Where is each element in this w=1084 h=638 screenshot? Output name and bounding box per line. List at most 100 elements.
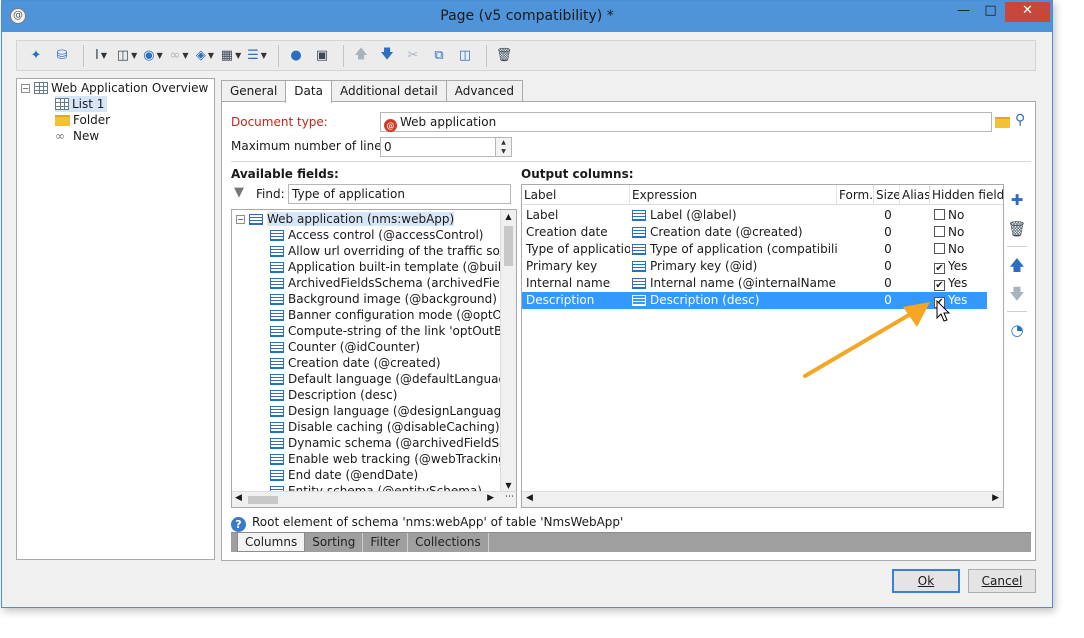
tab-general[interactable]: General bbox=[221, 80, 287, 102]
field-list-item[interactable]: Dynamic schema (@archivedFieldSchem bbox=[270, 435, 516, 451]
table-row[interactable]: Creation date Creation date (@created) 0 No bbox=[522, 224, 987, 241]
field-list-item[interactable]: Allow url overriding of the traffic sour… bbox=[270, 243, 517, 259]
ok-button[interactable]: Ok bbox=[892, 569, 960, 593]
copy-icon[interactable]: ⧉ bbox=[428, 44, 450, 68]
scroll-left-icon[interactable]: ◀ bbox=[526, 493, 533, 503]
columns-icon[interactable]: ☰ ▼ bbox=[246, 44, 268, 68]
table-icon[interactable]: ▦ ▼ bbox=[220, 44, 242, 68]
move-up-icon[interactable]: 🡅 bbox=[1004, 253, 1030, 277]
field-label: Allow url overriding of the traffic sour… bbox=[288, 244, 517, 258]
field-list-item[interactable]: End date (@endDate) bbox=[270, 467, 418, 483]
move-down-icon[interactable]: 🡇 bbox=[1004, 282, 1030, 306]
field-list-item[interactable]: Access control (@accessControl) bbox=[270, 227, 483, 243]
hidden-field-checkbox[interactable] bbox=[934, 226, 945, 237]
field-label: Application built-in template (@builtIn) bbox=[288, 260, 517, 274]
close-button[interactable]: ✕ bbox=[1005, 2, 1050, 22]
tab-sorting[interactable]: Sorting bbox=[305, 533, 364, 552]
hidden-field-checkbox[interactable] bbox=[934, 243, 945, 254]
delete-icon[interactable]: 🗑 bbox=[493, 44, 515, 68]
document-type-field[interactable]: @ Web application bbox=[380, 112, 992, 132]
wand-icon[interactable]: ✦ bbox=[25, 44, 47, 68]
user-icon[interactable]: ● bbox=[285, 44, 307, 68]
scroll-left-icon[interactable]: ◀ bbox=[235, 493, 242, 503]
max-lines-stepper[interactable]: 0 ▲ ▼ bbox=[380, 137, 512, 157]
find-input[interactable]: Type of application bbox=[288, 184, 511, 204]
available-fields-list[interactable]: − Web application (nms:webApp) Access con… bbox=[231, 209, 517, 508]
add-object-icon[interactable]: ▣ bbox=[311, 44, 333, 68]
field-list-item[interactable]: ArchivedFieldsSchema (archivedFieldsSc bbox=[270, 275, 516, 291]
field-list-item[interactable]: Disable caching (@disableCaching) bbox=[270, 419, 500, 435]
column-header-hidden-field[interactable]: Hidden field bbox=[930, 185, 1003, 205]
vertical-scrollbar[interactable]: ▲ ▼ bbox=[500, 210, 516, 493]
tab-filter[interactable]: Filter bbox=[363, 533, 409, 552]
scroll-thumb[interactable] bbox=[248, 496, 278, 504]
add-column-icon[interactable]: ✚ bbox=[1004, 188, 1030, 212]
table-row[interactable]: Type of application... Type of applicatio… bbox=[522, 241, 987, 258]
field-list-item[interactable]: Counter (@idCounter) bbox=[270, 339, 420, 355]
cell-label-text: Creation date bbox=[526, 225, 608, 239]
tree-item-folder[interactable]: Folder bbox=[55, 112, 110, 128]
tab-columns[interactable]: Columns bbox=[237, 533, 306, 552]
horizontal-scrollbar[interactable]: ◀ ▶ ⋯ bbox=[232, 491, 516, 507]
maximize-button[interactable]: □ bbox=[977, 2, 1004, 22]
field-list-item[interactable]: Design language (@designLanguage) bbox=[270, 403, 513, 419]
field-list-item[interactable]: Banner configuration mode (@optOutBa bbox=[270, 307, 516, 323]
field-list-item[interactable]: Description (desc) bbox=[270, 387, 397, 403]
tab-bar: General Data Additional detail Advanced bbox=[221, 80, 524, 103]
fields-root[interactable]: − Web application (nms:webApp) bbox=[236, 211, 455, 227]
column-header-format[interactable]: Form... bbox=[837, 185, 874, 205]
tab-data[interactable]: Data bbox=[285, 80, 332, 103]
tree-root[interactable]: − Web Application Overview bbox=[21, 80, 208, 96]
cancel-button[interactable]: Cancel bbox=[968, 569, 1036, 593]
database-icon[interactable]: ⛁ bbox=[51, 44, 73, 68]
scroll-right-icon[interactable]: ▶ bbox=[992, 493, 999, 503]
arrow-up-icon[interactable]: 🡅 bbox=[350, 44, 372, 68]
cell-size-text: 0 bbox=[884, 259, 892, 273]
link-icon[interactable]: ∞ ▼ bbox=[168, 44, 190, 68]
column-header-expression[interactable]: Expression bbox=[630, 185, 837, 205]
magnifier-icon[interactable]: ⚲ bbox=[1015, 112, 1025, 128]
toolbar-separator bbox=[343, 44, 344, 67]
table-row[interactable]: Primary key Primary key (@id) 0 ✔ Yes bbox=[522, 258, 987, 275]
table-row[interactable]: Label Label (@label) 0 No bbox=[522, 207, 987, 224]
minimize-button[interactable]: — bbox=[950, 2, 977, 22]
tab-collections[interactable]: Collections bbox=[408, 533, 489, 552]
spinner-icon[interactable]: ▲ ▼ bbox=[495, 138, 511, 156]
cell-size-text: 0 bbox=[884, 225, 892, 239]
hidden-field-checkbox[interactable] bbox=[934, 209, 945, 220]
collapse-icon[interactable]: − bbox=[236, 215, 245, 224]
tree-item-new[interactable]: ∞ New bbox=[55, 128, 99, 144]
field-list-item[interactable]: Enable web tracking (@webTrackingEna bbox=[270, 451, 516, 467]
hidden-field-checkbox[interactable]: ✔ bbox=[934, 263, 945, 274]
delete-column-icon[interactable]: 🗑 bbox=[1004, 217, 1030, 241]
tree-item-list[interactable]: List 1 bbox=[55, 96, 108, 112]
cut-icon[interactable]: ✂ bbox=[402, 44, 424, 68]
paste-icon[interactable]: ◫ bbox=[454, 44, 476, 68]
expression-icon bbox=[632, 227, 646, 238]
column-header-size[interactable]: Size bbox=[874, 185, 900, 205]
globe-icon[interactable]: ◉ ▼ bbox=[142, 44, 164, 68]
field-list-item[interactable]: Background image (@background) bbox=[270, 291, 497, 307]
scroll-right-icon[interactable]: ▶ bbox=[487, 493, 494, 503]
tab-advanced[interactable]: Advanced bbox=[445, 80, 524, 102]
scroll-up-icon[interactable]: ▲ bbox=[501, 210, 516, 224]
column-header-label[interactable]: Label bbox=[522, 185, 630, 205]
tab-additional-detail[interactable]: Additional detail bbox=[330, 80, 447, 102]
field-list-item[interactable]: Creation date (@created) bbox=[270, 355, 441, 371]
max-lines-value: 0 bbox=[384, 140, 392, 154]
field-list-item[interactable]: Compute-string of the link 'optOutBann bbox=[270, 323, 516, 339]
scroll-thumb[interactable] bbox=[504, 226, 513, 266]
field-list-item[interactable]: Default language (@defaultLanguage) bbox=[270, 371, 516, 387]
column-header-alias[interactable]: Alias bbox=[900, 185, 930, 205]
filter-icon[interactable]: ◫ ▼ bbox=[116, 44, 138, 68]
toolbar-separator bbox=[278, 44, 279, 67]
chart-icon[interactable]: ◔ bbox=[1004, 318, 1030, 342]
field-list-item[interactable]: Application built-in template (@builtIn) bbox=[270, 259, 517, 275]
cube-icon[interactable]: ◈ ▼ bbox=[194, 44, 216, 68]
text-cursor-icon[interactable]: I ▼ bbox=[90, 44, 112, 68]
horizontal-scrollbar[interactable]: ◀ ▶ bbox=[522, 491, 1003, 507]
folder-icon[interactable] bbox=[995, 115, 1013, 129]
arrow-down-icon[interactable]: 🡇 bbox=[376, 44, 398, 68]
field-icon bbox=[270, 294, 284, 305]
collapse-icon[interactable]: − bbox=[21, 84, 30, 93]
